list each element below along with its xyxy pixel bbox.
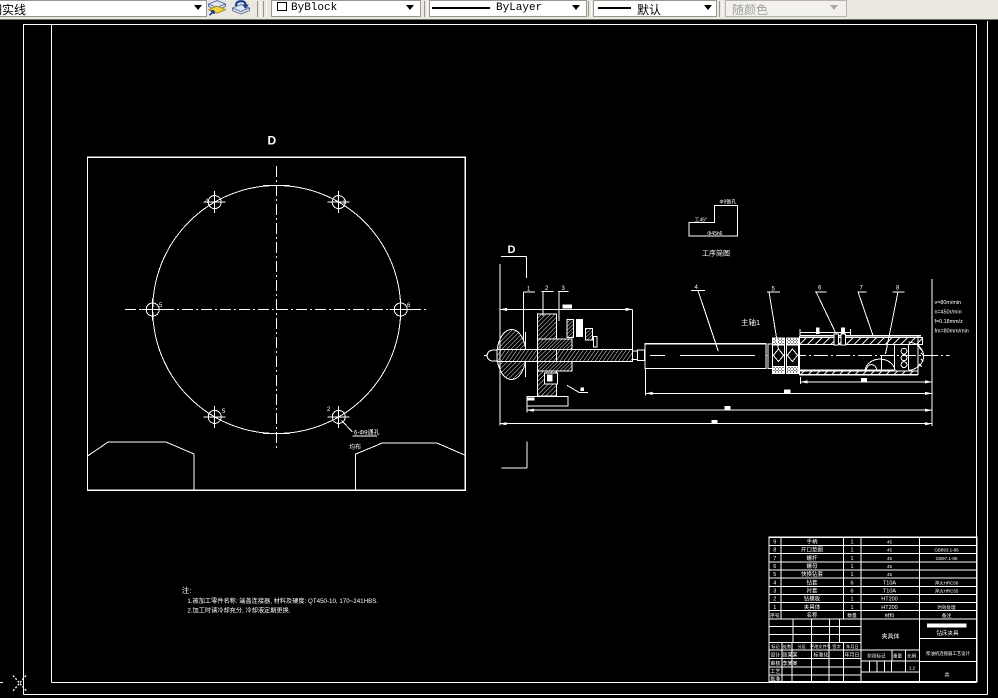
- svg-text:9: 9: [773, 540, 776, 546]
- svg-text:2.加工时请冷却充分, 冷却液定期更换.: 2.加工时请冷却充分, 冷却液定期更换.: [187, 606, 290, 614]
- svg-text:1: 1: [850, 572, 853, 578]
- svg-text:均布: 均布: [349, 443, 361, 451]
- svg-text:45: 45: [887, 548, 893, 553]
- svg-text:处数: 处数: [783, 643, 792, 650]
- svg-text:1: 1: [850, 605, 853, 611]
- svg-text:主轴1: 主轴1: [741, 317, 760, 327]
- svg-text:6: 6: [407, 303, 411, 309]
- svg-text:注:: 注:: [182, 585, 192, 595]
- svg-text:标记: 标记: [771, 643, 780, 650]
- svg-text:6: 6: [850, 580, 853, 586]
- svg-text:1: 1: [850, 564, 853, 570]
- svg-text:衬套: 衬套: [806, 587, 818, 595]
- svg-text:螺杆: 螺杆: [806, 554, 818, 562]
- svg-text:5: 5: [773, 572, 776, 578]
- svg-text:45: 45: [887, 572, 893, 577]
- svg-text:7: 7: [860, 286, 864, 292]
- svg-text:更改文件号: 更改文件号: [810, 643, 831, 650]
- svg-text:Φ45h6: Φ45h6: [707, 231, 722, 237]
- svg-text:重量: 重量: [893, 653, 902, 660]
- svg-text:淬火HRC55: 淬火HRC55: [935, 588, 959, 595]
- svg-text:名称: 名称: [806, 611, 818, 619]
- svg-text:6: 6: [818, 286, 822, 292]
- svg-text:8: 8: [896, 286, 900, 292]
- svg-text:T10A: T10A: [883, 589, 896, 595]
- svg-text:钻床夹具: 钻床夹具: [936, 629, 959, 637]
- svg-text:共: 共: [944, 671, 949, 678]
- svg-text:7: 7: [773, 556, 776, 562]
- svg-text:3: 3: [773, 589, 776, 595]
- svg-text:2: 2: [327, 407, 331, 413]
- svg-text:标准化: 标准化: [813, 652, 828, 659]
- svg-text:2: 2: [773, 597, 776, 603]
- svg-text:工序简图: 工序简图: [702, 249, 730, 258]
- svg-text:夹具体: 夹具体: [881, 633, 899, 641]
- svg-text:n=450r/min: n=450r/min: [935, 309, 962, 315]
- svg-text:分区: 分区: [798, 643, 806, 650]
- svg-text:夹具体: 夹具体: [804, 603, 821, 611]
- svg-text:GB893.1-86: GB893.1-86: [934, 548, 959, 553]
- svg-text:工45°: 工45°: [695, 218, 708, 224]
- svg-text:GB97.1-85: GB97.1-85: [936, 556, 958, 561]
- svg-text:f=0.18mm/z: f=0.18mm/z: [935, 319, 964, 325]
- svg-text:fm=80mm/min: fm=80mm/min: [935, 328, 969, 334]
- svg-text:年月日: 年月日: [846, 643, 859, 650]
- svg-text:6: 6: [850, 589, 853, 595]
- svg-text:1: 1: [773, 605, 776, 611]
- svg-text:阶段标记: 阶段标记: [868, 653, 886, 660]
- svg-text:1:2: 1:2: [909, 666, 916, 671]
- svg-text:4: 4: [773, 580, 776, 586]
- svg-text:1: 1: [850, 540, 853, 546]
- svg-text:手柄: 手柄: [806, 538, 818, 546]
- svg-text:D: D: [508, 244, 516, 256]
- svg-text:开口垫圈: 开口垫圈: [801, 546, 824, 554]
- svg-text:审核: 审核: [770, 660, 780, 667]
- svg-text:序号: 序号: [770, 612, 780, 619]
- svg-text:T10A: T10A: [883, 580, 896, 586]
- svg-text:比例: 比例: [907, 653, 916, 660]
- svg-text:D: D: [268, 134, 277, 148]
- svg-text:3: 3: [343, 200, 347, 206]
- svg-text:时效处理: 时效处理: [938, 604, 956, 611]
- svg-text:1: 1: [850, 597, 853, 603]
- svg-text:1: 1: [850, 548, 853, 554]
- svg-text:快换钻套: 快换钻套: [801, 570, 824, 578]
- svg-text:签字: 签字: [832, 643, 840, 649]
- svg-text:淬火HRC58: 淬火HRC58: [935, 579, 959, 586]
- svg-text:Φ9锥孔: Φ9锥孔: [720, 199, 737, 206]
- svg-text:45: 45: [887, 564, 893, 569]
- svg-text:张某某: 张某某: [782, 652, 797, 659]
- svg-text:45: 45: [887, 556, 893, 561]
- svg-text:6-Φ9通孔: 6-Φ9通孔: [354, 429, 379, 437]
- svg-text:1: 1: [850, 556, 853, 562]
- svg-text:工艺: 工艺: [770, 669, 780, 675]
- svg-text:设计: 设计: [770, 652, 780, 659]
- svg-text:柴油机连接器工艺设计: 柴油机连接器工艺设计: [926, 650, 971, 657]
- svg-text:v=80m/min: v=80m/min: [935, 300, 962, 306]
- svg-text:李某某: 李某某: [782, 660, 797, 667]
- svg-text:钻套: 钻套: [806, 578, 818, 586]
- svg-text:钻模板: 钻模板: [804, 595, 821, 603]
- svg-text:6: 6: [773, 564, 776, 570]
- svg-text:备注: 备注: [942, 612, 952, 619]
- svg-text:1.被加工零件名称: 端盖连接器, 材料及硬度: QT450: 1.被加工零件名称: 端盖连接器, 材料及硬度: QT450-10, 170~2…: [187, 597, 378, 605]
- svg-text:5: 5: [222, 409, 226, 415]
- svg-text:螺母: 螺母: [806, 562, 818, 570]
- svg-text:数量: 数量: [847, 612, 857, 619]
- svg-text:批准: 批准: [770, 675, 780, 682]
- svg-text:8: 8: [773, 548, 776, 554]
- svg-text:年月日: 年月日: [844, 652, 859, 659]
- svg-text:HT200: HT200: [881, 605, 898, 611]
- svg-text:HT200: HT200: [881, 597, 898, 603]
- svg-text:材料: 材料: [885, 612, 895, 619]
- svg-text:45: 45: [887, 540, 893, 545]
- svg-text:5: 5: [159, 303, 163, 309]
